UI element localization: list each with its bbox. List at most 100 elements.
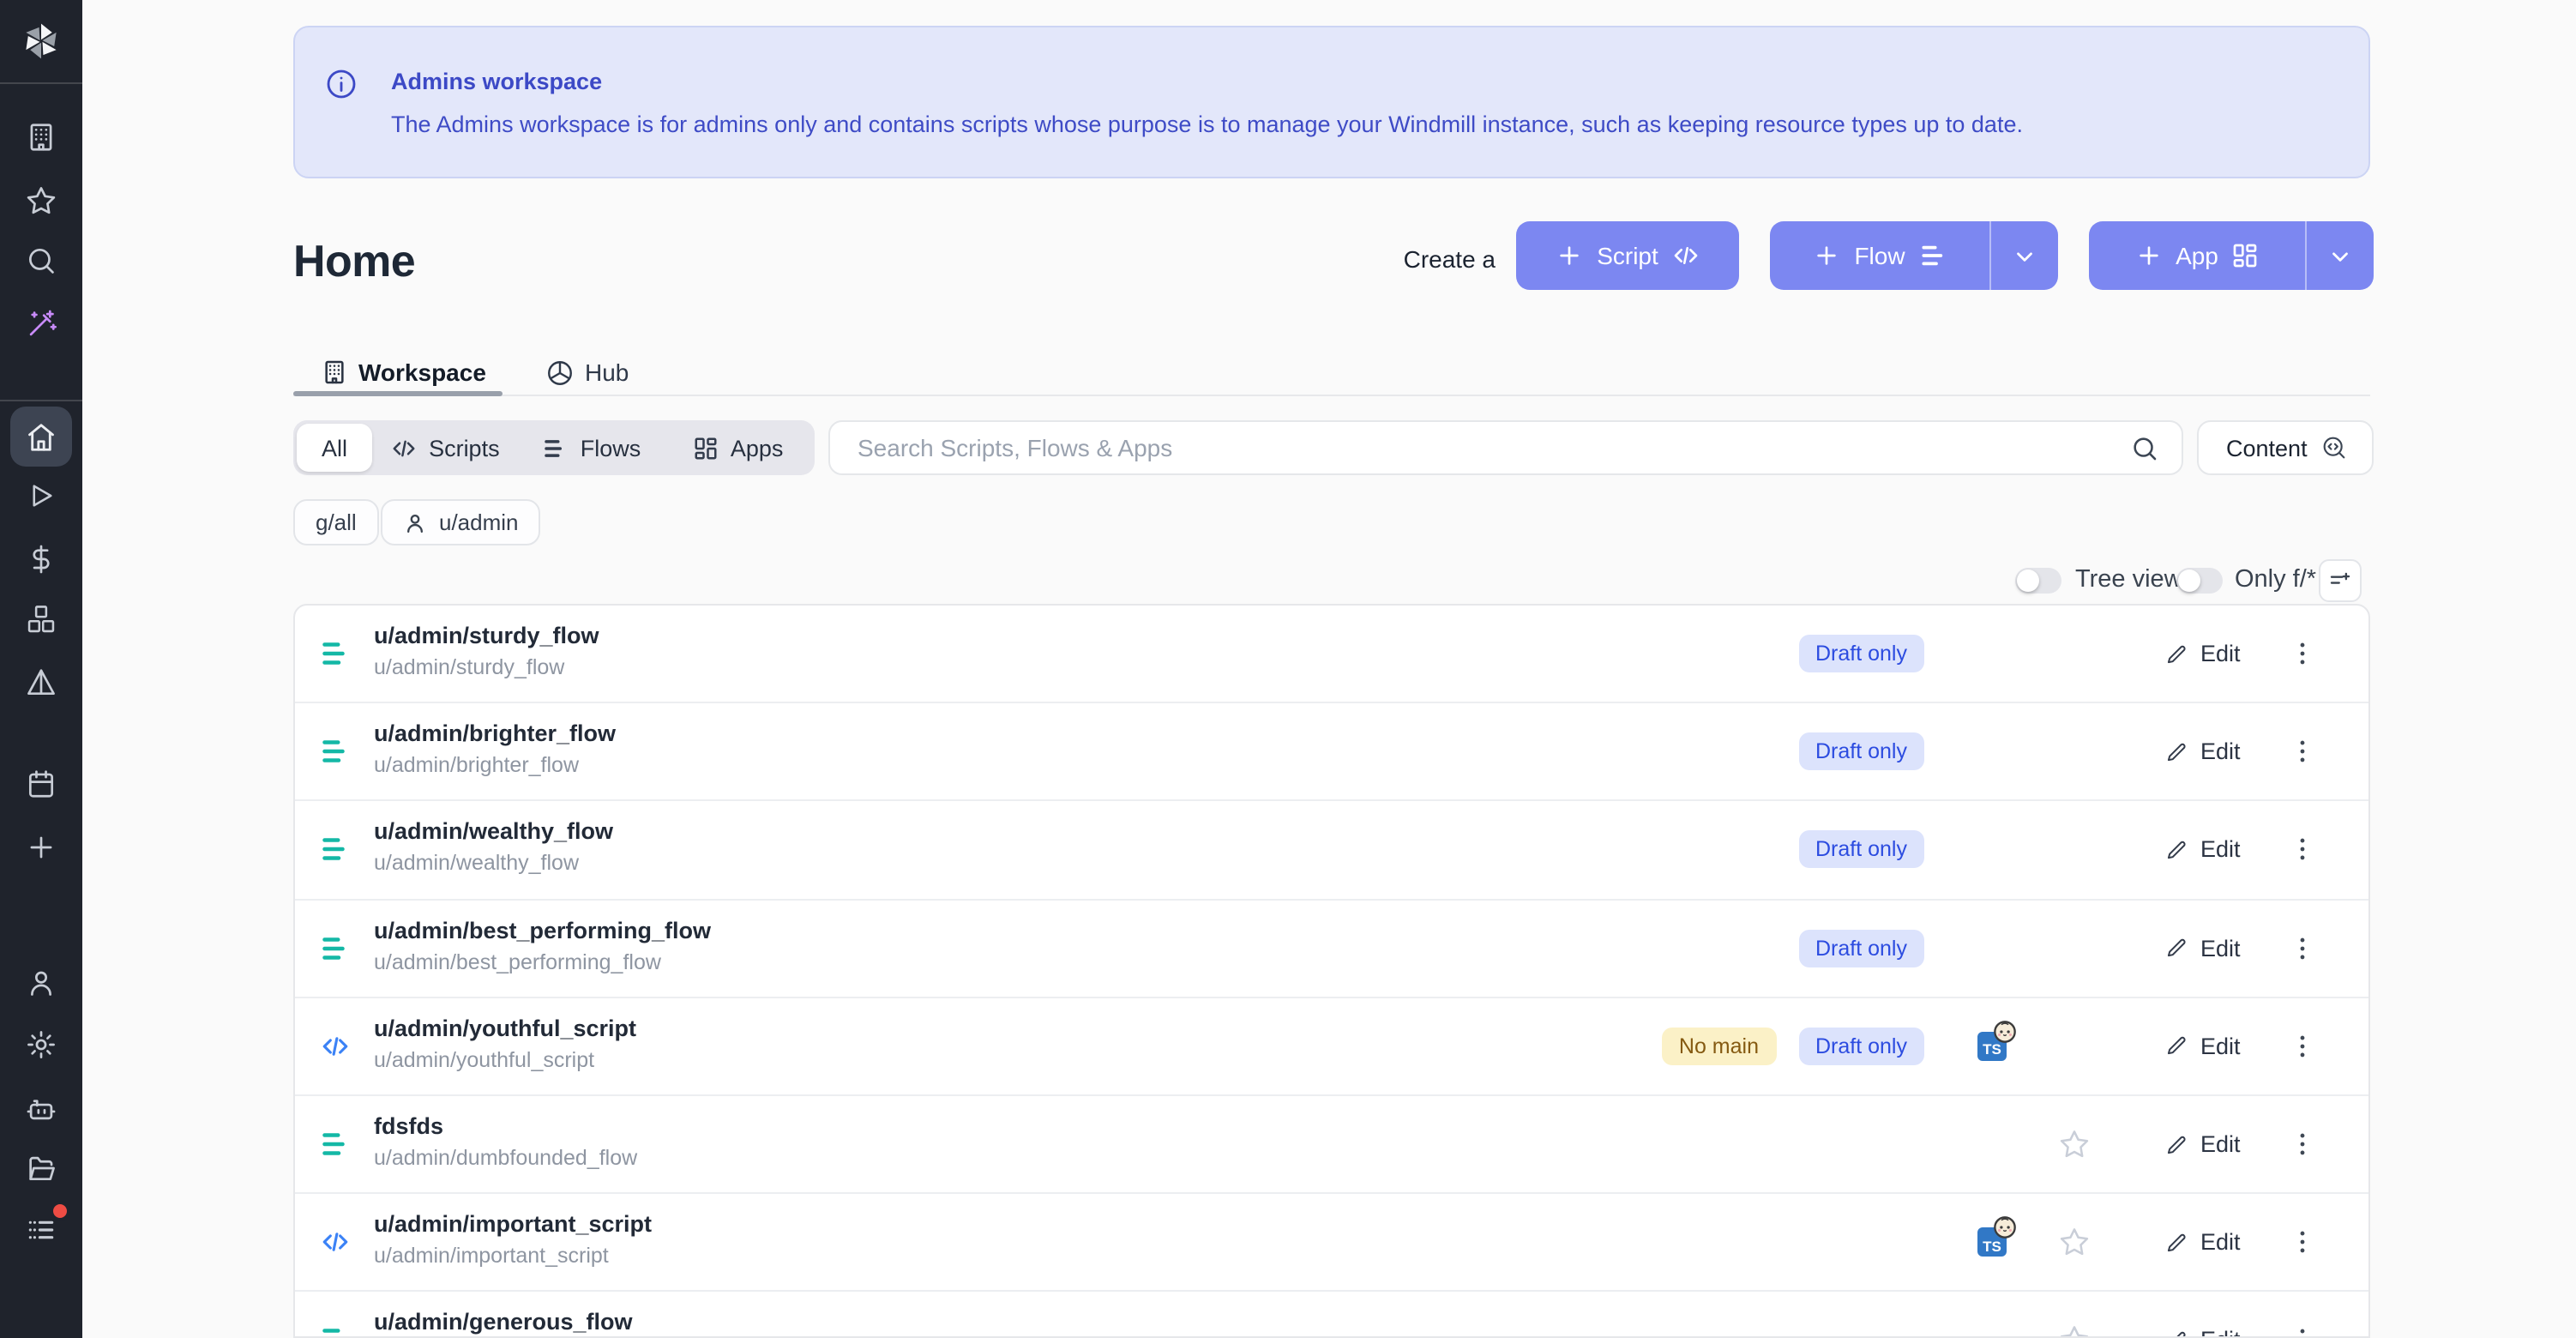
- plus-icon: [1813, 242, 1840, 269]
- folder-open-icon[interactable]: [25, 1152, 57, 1184]
- edit-button[interactable]: Edit: [2164, 1328, 2241, 1338]
- create-app-button[interactable]: App: [2089, 221, 2374, 290]
- kebab-menu-icon[interactable]: [2284, 1323, 2320, 1338]
- user-icon[interactable]: [25, 967, 57, 999]
- tab-hub[interactable]: Hub: [585, 359, 629, 386]
- chip-label: u/admin: [439, 509, 519, 535]
- flow-bars-icon: [543, 435, 569, 461]
- kebab-menu-icon[interactable]: [2284, 734, 2320, 770]
- plus-icon[interactable]: [25, 831, 57, 864]
- language-badge: TS: [1977, 1227, 2007, 1257]
- search-icon[interactable]: [2130, 434, 2159, 463]
- plus-icon: [2134, 242, 2162, 269]
- edit-button[interactable]: Edit: [2164, 837, 2241, 863]
- tabs-divider: [293, 395, 2370, 396]
- create-script-button[interactable]: Script: [1516, 221, 1739, 290]
- table-row[interactable]: u/admin/youthful_scriptu/admin/youthful_…: [295, 998, 2368, 1096]
- building-icon[interactable]: [25, 121, 57, 154]
- filter-chip-g-all[interactable]: g/all: [293, 499, 379, 545]
- wand-sparkles-icon[interactable]: [25, 308, 57, 341]
- layout-grid-icon: [2232, 242, 2260, 269]
- item-name[interactable]: u/admin/important_script: [374, 1211, 652, 1237]
- items-table: u/admin/sturdy_flowu/admin/sturdy_flowDr…: [293, 604, 2370, 1338]
- filter-options-button[interactable]: [2319, 559, 2362, 602]
- boxes-icon[interactable]: [25, 603, 57, 636]
- edit-label: Edit: [2200, 1131, 2241, 1157]
- segment-all[interactable]: All: [297, 424, 372, 472]
- filter-plus-icon: [2327, 568, 2353, 594]
- kebab-menu-icon[interactable]: [2284, 1028, 2320, 1064]
- edit-button[interactable]: Edit: [2164, 739, 2241, 765]
- pencil-icon: [2164, 838, 2188, 862]
- content-search-button[interactable]: Content: [2197, 420, 2374, 475]
- edit-button[interactable]: Edit: [2164, 641, 2241, 666]
- prism-icon[interactable]: [25, 666, 57, 699]
- table-row[interactable]: u/admin/generous_flow Edit: [295, 1293, 2368, 1338]
- pencil-icon: [2164, 1034, 2188, 1058]
- only-f-toggle[interactable]: [2176, 568, 2223, 594]
- table-row[interactable]: u/admin/brighter_flowu/admin/brighter_fl…: [295, 703, 2368, 801]
- segment-apps[interactable]: Apps: [665, 424, 811, 472]
- item-name[interactable]: u/admin/best_performing_flow: [374, 917, 711, 943]
- segment-apps-label: Apps: [731, 435, 784, 461]
- table-row[interactable]: u/admin/important_scriptu/admin/importan…: [295, 1194, 2368, 1292]
- flow-dropdown-button[interactable]: [1989, 221, 2058, 290]
- windmill-app: Admins workspace The Admins workspace is…: [0, 0, 2576, 1338]
- calendar-icon[interactable]: [25, 768, 57, 800]
- kebab-menu-icon[interactable]: [2284, 930, 2320, 966]
- robot-icon[interactable]: [25, 1092, 57, 1124]
- item-name[interactable]: u/admin/brighter_flow: [374, 720, 616, 746]
- app-dropdown-button[interactable]: [2305, 221, 2374, 290]
- flow-icon: [321, 1129, 352, 1160]
- sidebar-item-home[interactable]: [10, 407, 72, 467]
- edit-button[interactable]: Edit: [2164, 935, 2241, 961]
- search-box: [828, 420, 2183, 475]
- segment-flows-label: Flows: [581, 435, 641, 461]
- table-row[interactable]: u/admin/best_performing_flowu/admin/best…: [295, 900, 2368, 997]
- kebab-menu-icon[interactable]: [2284, 1224, 2320, 1260]
- chevron-down-icon: [2327, 243, 2353, 268]
- segment-scripts[interactable]: Scripts: [372, 424, 519, 472]
- favorite-star-icon[interactable]: [2058, 1128, 2091, 1160]
- kebab-menu-icon[interactable]: [2284, 1126, 2320, 1162]
- create-flow-button[interactable]: Flow: [1770, 221, 2058, 290]
- edit-button[interactable]: Edit: [2164, 1229, 2241, 1255]
- tree-view-toggle[interactable]: [2015, 568, 2061, 594]
- table-row[interactable]: u/admin/sturdy_flowu/admin/sturdy_flowDr…: [295, 606, 2368, 703]
- windmill-logo-icon[interactable]: [19, 19, 63, 63]
- item-name[interactable]: fdsfds: [374, 1113, 443, 1139]
- badges: Draft only: [1798, 831, 1924, 869]
- table-row[interactable]: u/admin/wealthy_flowu/admin/wealthy_flow…: [295, 802, 2368, 900]
- tab-workspace[interactable]: Workspace: [358, 359, 486, 386]
- edit-button[interactable]: Edit: [2164, 1131, 2241, 1157]
- filter-chip-u-admin[interactable]: u/admin: [381, 499, 541, 545]
- kebab-menu-icon[interactable]: [2284, 636, 2320, 672]
- table-row[interactable]: fdsfds u/admin/dumbfounded_flow Edit: [295, 1096, 2368, 1194]
- layout-grid-icon: [693, 435, 719, 461]
- dollar-icon[interactable]: [25, 543, 57, 576]
- pencil-icon: [2164, 936, 2188, 960]
- badges: Draft only: [1798, 733, 1924, 771]
- kebab-menu-icon[interactable]: [2284, 832, 2320, 868]
- item-path: u/admin/dumbfounded_flow: [374, 1146, 637, 1170]
- item-name[interactable]: u/admin/generous_flow: [374, 1310, 633, 1335]
- hub-globe-icon: [545, 359, 575, 388]
- status-badge: Draft only: [1798, 635, 1924, 672]
- gear-icon[interactable]: [25, 1028, 57, 1061]
- item-name[interactable]: u/admin/sturdy_flow: [374, 623, 599, 648]
- favorite-star-icon[interactable]: [2058, 1226, 2091, 1258]
- badges: Draft only: [1798, 929, 1924, 967]
- item-name[interactable]: u/admin/wealthy_flow: [374, 819, 613, 845]
- segment-flows[interactable]: Flows: [519, 424, 665, 472]
- star-icon[interactable]: [25, 184, 57, 217]
- favorite-star-icon[interactable]: [2058, 1324, 2091, 1338]
- search-input[interactable]: [830, 422, 2182, 473]
- code-icon: [321, 1032, 350, 1061]
- badges: No mainDraft only: [1662, 1028, 1924, 1065]
- search-icon[interactable]: [25, 244, 57, 277]
- edit-button[interactable]: Edit: [2164, 1034, 2241, 1059]
- edit-label: Edit: [2200, 1229, 2241, 1255]
- play-icon[interactable]: [26, 480, 57, 511]
- item-name[interactable]: u/admin/youthful_script: [374, 1016, 636, 1041]
- chevron-down-icon: [2012, 243, 2037, 268]
